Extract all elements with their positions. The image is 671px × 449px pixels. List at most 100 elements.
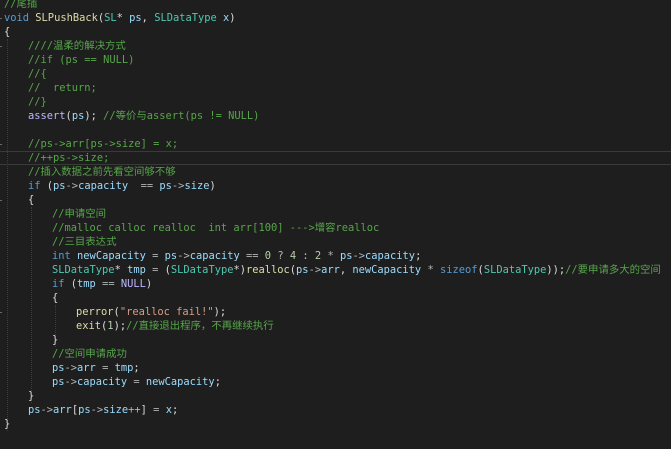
code-line[interactable]: //{: [0, 67, 671, 81]
code-line[interactable]: //if (ps == NULL): [0, 53, 671, 67]
code-line[interactable]: // return;: [0, 81, 671, 95]
code-token: //插入数据之前先看空间够不够: [28, 166, 176, 178]
code-token: SLDataType: [52, 264, 115, 276]
code-token: {: [52, 292, 59, 304]
code-token: (: [64, 278, 78, 290]
code-token: ));: [546, 264, 566, 276]
code-token: int: [52, 250, 71, 262]
code-token: ;: [415, 250, 422, 262]
code-token: arr: [77, 362, 96, 374]
code-token: }: [28, 390, 35, 402]
code-token: SL: [104, 12, 117, 24]
code-token: );: [113, 320, 127, 332]
code-token: ->: [64, 376, 78, 388]
code-line[interactable]: //尾插: [0, 0, 671, 11]
code-token: arr: [321, 264, 340, 276]
code-token: //}: [28, 96, 47, 108]
code-token: capacity: [77, 376, 128, 388]
code-line[interactable]: //malloc calloc realloc int arr[100] ---…: [0, 221, 671, 235]
code-line[interactable]: ////温柔的解决方式: [0, 39, 671, 53]
code-token: SLDataType: [154, 12, 217, 24]
code-token: *): [233, 264, 246, 276]
code-token: capacity: [189, 250, 240, 262]
code-token: //ps->arr[ps->size] = x;: [28, 138, 179, 150]
code-token: void: [4, 12, 30, 24]
code-line[interactable]: ps->arr[ps->size++] = x;: [0, 403, 671, 417]
code-token: assert: [28, 110, 66, 122]
code-token: //三目表达式: [52, 236, 117, 248]
code-token: );: [213, 306, 227, 318]
code-token: ->: [352, 250, 366, 262]
code-line[interactable]: int newCapacity = ps->capacity == 0 ? 4 …: [0, 249, 671, 263]
code-line[interactable]: //}: [0, 95, 671, 109]
code-token: ps: [164, 250, 178, 262]
code-line[interactable]: //三目表达式: [0, 235, 671, 249]
code-token: //malloc calloc realloc int arr[100] ---…: [52, 222, 380, 234]
code-editor[interactable]: //尾插 void SLPushBack(SL* ps, SLDataType x…: [0, 0, 671, 449]
code-line[interactable]: //插入数据之前先看空间够不够: [0, 165, 671, 179]
code-token: tmp: [77, 278, 96, 290]
code-line[interactable]: if (ps->capacity == ps->size): [0, 179, 671, 193]
code-line[interactable]: perror("realloc fail!");: [0, 305, 671, 319]
code-token: SLDataType: [483, 264, 547, 276]
code-token: ): [209, 180, 216, 192]
code-token: ->: [171, 180, 185, 192]
code-line[interactable]: //++ps->size;: [0, 151, 671, 165]
code-token: //if (ps == NULL): [28, 54, 135, 66]
code-token: capacity: [365, 250, 416, 262]
code-token: //申请空间: [52, 208, 107, 220]
code-token: size: [103, 404, 129, 416]
code-line[interactable]: {: [0, 291, 671, 305]
code-line[interactable]: exit(1);//直接退出程序，不再继续执行: [0, 319, 671, 333]
code-token: ++: [128, 404, 141, 416]
code-token: (: [158, 264, 171, 276]
code-token: ps: [52, 362, 65, 374]
code-line[interactable]: [0, 123, 671, 137]
code-token: //等价与assert(ps != NULL): [103, 110, 260, 122]
code-token: ->: [308, 264, 322, 276]
code-token: ->: [177, 250, 190, 262]
code-token: ==: [140, 180, 154, 192]
code-line[interactable]: }: [0, 333, 671, 347]
code-token: sizeof: [440, 264, 478, 276]
code-token: (: [40, 180, 54, 192]
code-token: ps: [159, 180, 172, 192]
code-line[interactable]: }: [0, 417, 671, 431]
code-token: ps: [129, 12, 142, 24]
code-line[interactable]: void SLPushBack(SL* ps, SLDataType x): [0, 11, 671, 25]
code-token: //尾插: [4, 0, 38, 10]
code-line[interactable]: {: [0, 193, 671, 207]
code-token: newCapacity: [77, 250, 146, 262]
code-token: *: [116, 12, 130, 24]
code-token: perror: [76, 306, 114, 318]
code-token: //要申请多大的空间: [565, 264, 661, 276]
code-line[interactable]: //ps->arr[ps->size] = x;: [0, 137, 671, 151]
code-token: ,: [339, 264, 353, 276]
code-token: ps: [53, 180, 66, 192]
code-token: ==: [102, 278, 115, 290]
code-token: //{: [28, 68, 47, 80]
code-token: ->: [64, 362, 78, 374]
code-line[interactable]: }: [0, 389, 671, 403]
code-token: tmp: [127, 264, 146, 276]
code-line[interactable]: assert(ps); //等价与assert(ps != NULL): [0, 109, 671, 123]
code-line[interactable]: ps->capacity = newCapacity;: [0, 375, 671, 389]
code-token: ): [229, 12, 236, 24]
code-line[interactable]: //空间申请成功: [0, 347, 671, 361]
code-token: realloc: [245, 264, 290, 276]
code-line[interactable]: //申请空间: [0, 207, 671, 221]
code-line[interactable]: SLDataType* tmp = (SLDataType*)realloc(p…: [0, 263, 671, 277]
code-token: }: [52, 334, 59, 346]
code-token: }: [4, 418, 11, 430]
code-token: //直接退出程序，不再继续执行: [126, 320, 274, 332]
code-token: ;: [214, 376, 221, 388]
code-token: //++ps->size;: [28, 152, 110, 164]
code-line[interactable]: if (tmp == NULL): [0, 277, 671, 291]
code-line[interactable]: ps->arr = tmp;: [0, 361, 671, 375]
code-token: // return;: [28, 82, 97, 94]
code-token: ps: [296, 264, 309, 276]
code-line[interactable]: {: [0, 25, 671, 39]
code-token: "realloc fail!": [119, 306, 214, 318]
code-token: ps: [71, 110, 85, 122]
